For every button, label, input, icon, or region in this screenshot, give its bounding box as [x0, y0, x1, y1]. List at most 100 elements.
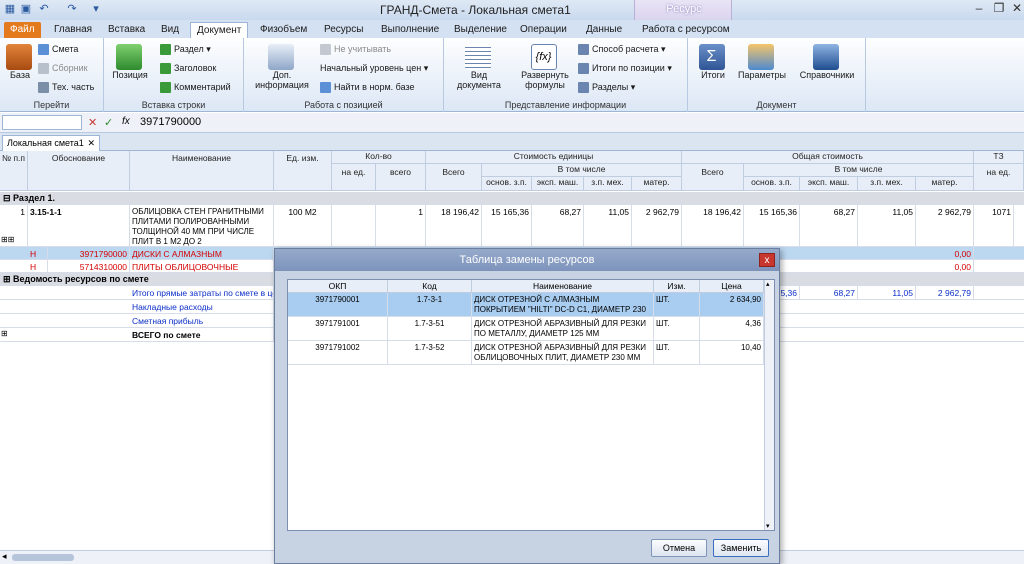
close-icon[interactable]: x	[759, 253, 775, 267]
row-total-materials: 2 962,79	[916, 205, 974, 246]
col-header-name[interactable]: Наименование	[130, 151, 274, 191]
expand-icon[interactable]: ⊞	[1, 329, 8, 338]
col-header-code[interactable]: Код	[388, 280, 472, 293]
col-header-materials[interactable]: матер.	[632, 177, 682, 191]
tab-view[interactable]: Вид	[155, 22, 185, 38]
scroll-left-icon[interactable]: ◂	[2, 551, 7, 562]
section-button[interactable]: Раздел ▾	[160, 44, 211, 56]
sections-button[interactable]: Разделы ▾	[578, 82, 635, 94]
position-button[interactable]: Позиция	[110, 44, 150, 80]
scroll-thumb[interactable]	[12, 554, 74, 561]
formula-bar: ✕ ✓ fx 3971790000	[0, 113, 1024, 133]
totals-button[interactable]: Σ Итоги	[696, 44, 730, 80]
tab-file[interactable]: Файл	[4, 22, 41, 38]
expand-formulas-button[interactable]: {fx} Развернуть формулы	[516, 44, 574, 90]
col-header-machines[interactable]: эксп. маш.	[532, 177, 584, 191]
row-name: ОБЛИЦОВКА СТЕН ГРАНИТНЫМИ ПЛИТАМИ ПОЛИРО…	[130, 205, 274, 246]
tab-document[interactable]: Документ	[190, 22, 249, 38]
vertical-scrollbar[interactable]: ▴ ▾	[764, 280, 774, 530]
doc-view-button[interactable]: Вид документа	[454, 44, 504, 90]
references-button[interactable]: Справочники	[794, 44, 860, 80]
row-unit-mech: 11,05	[584, 205, 632, 246]
col-header-labor[interactable]: ТЗ	[974, 151, 1024, 164]
estimate-button[interactable]: Смета	[38, 44, 78, 56]
col-header-labor-per-unit[interactable]: на ед.	[974, 164, 1024, 191]
comment-button[interactable]: Комментарий	[160, 82, 231, 94]
scroll-down-icon[interactable]: ▾	[766, 522, 770, 530]
collection-button[interactable]: Сборник	[38, 63, 88, 75]
tab-operations[interactable]: Операции	[514, 22, 573, 38]
close-window-icon[interactable]: ✕	[1008, 1, 1024, 15]
col-header-unit-cost[interactable]: Стоимость единицы	[426, 151, 682, 164]
doc-tab-estimate1[interactable]: Локальная смета1 ✕	[2, 135, 100, 151]
table-row[interactable]: 3971791001 1.7-3-51 ДИСК ОТРЕЗНОЙ АБРАЗИ…	[288, 317, 764, 341]
res-name: ДИСКИ С АЛМАЗНЫМ ПОКРЫТИЕМ	[130, 247, 274, 259]
col-header-unit-cost-total[interactable]: Всего	[426, 164, 482, 191]
scroll-up-icon[interactable]: ▴	[766, 280, 770, 288]
col-header-okp[interactable]: ОКП	[288, 280, 388, 293]
close-doc-tab-icon[interactable]: ✕	[87, 136, 95, 150]
doc-tab-label: Локальная смета1	[7, 138, 84, 148]
col-header-materials-2[interactable]: матер.	[916, 177, 974, 191]
cancel-button[interactable]: Отмена	[651, 539, 707, 557]
tab-execution[interactable]: Выполнение	[375, 22, 445, 38]
col-header-qty-per-unit[interactable]: на ед.	[332, 164, 376, 191]
header-button[interactable]: Заголовок	[160, 63, 216, 75]
table-row[interactable]: 3971791002 1.7-3-52 ДИСК ОТРЕЗНОЙ АБРАЗИ…	[288, 341, 764, 365]
col-header-num[interactable]: № п.п	[0, 151, 28, 191]
col-header-base-salary-2[interactable]: основ. з.п.	[744, 177, 800, 191]
initial-price-level-dropdown[interactable]: Начальный уровень цен ▾	[320, 63, 428, 74]
table-row-selected[interactable]: 3971790001 1.7-3-1 ДИСК ОТРЕЗНОЙ С АЛМАЗ…	[288, 293, 764, 317]
calc-method-button[interactable]: Способ расчета ▾	[578, 44, 666, 56]
fx-icon[interactable]: fx	[122, 116, 130, 127]
redo-icon[interactable]: ↷	[66, 3, 78, 15]
tab-data[interactable]: Данные	[580, 22, 628, 38]
minimize-icon[interactable]: –	[970, 1, 988, 15]
restore-icon[interactable]: ❐	[990, 1, 1008, 15]
collapse-icon[interactable]: ⊟	[3, 193, 13, 203]
expand-icon[interactable]: ⊞	[3, 274, 13, 284]
col-header-price[interactable]: Цена	[700, 280, 764, 293]
parameters-button[interactable]: Параметры	[736, 44, 788, 80]
confirm-edit-icon[interactable]: ✓	[104, 116, 113, 129]
tech-part-icon	[38, 82, 49, 94]
expand-icon[interactable]: ⊞⊞	[1, 235, 14, 244]
col-header-total-cost-total[interactable]: Всего	[682, 164, 744, 191]
col-header-mech-salary[interactable]: з.п. мех.	[584, 177, 632, 191]
col-header-including-2[interactable]: В том числе	[744, 164, 974, 177]
col-header-total-cost[interactable]: Общая стоимость	[682, 151, 974, 164]
ignore-button[interactable]: Не учитывать	[320, 44, 391, 56]
row-unit-total: 18 196,42	[426, 205, 482, 246]
col-header-unit[interactable]: Ед. изм.	[274, 151, 332, 191]
quick-access-dropdown-icon[interactable]: ▾	[90, 3, 102, 15]
col-header-base-salary[interactable]: основ. з.п.	[482, 177, 532, 191]
cancel-edit-icon[interactable]: ✕	[88, 116, 97, 129]
parameters-label: Параметры	[738, 70, 786, 80]
extra-info-button[interactable]: Доп. информация	[252, 44, 312, 90]
col-header-basis[interactable]: Обоснование	[28, 151, 130, 191]
tab-insert[interactable]: Вставка	[102, 22, 151, 38]
save-icon[interactable]: ▣	[20, 3, 32, 15]
col-header-including[interactable]: В том числе	[482, 164, 682, 177]
formula-input[interactable]: 3971790000	[140, 116, 201, 128]
tech-part-button[interactable]: Тех. часть	[38, 82, 94, 94]
replace-button[interactable]: Заменить	[713, 539, 769, 557]
col-header-name[interactable]: Наименование	[472, 280, 654, 293]
table-row[interactable]: 1 3.15-1-1 ОБЛИЦОВКА СТЕН ГРАНИТНЫМИ ПЛИ…	[0, 205, 1024, 247]
tab-resources[interactable]: Ресурсы	[318, 22, 369, 38]
undo-icon[interactable]: ↶	[38, 3, 50, 15]
col-header-mech-salary-2[interactable]: з.п. мех.	[858, 177, 916, 191]
tab-home[interactable]: Главная	[48, 22, 98, 38]
position-totals-button[interactable]: Итоги по позиции ▾	[578, 63, 672, 75]
tab-physvolume[interactable]: Физобъем	[254, 22, 313, 38]
col-header-qty-total[interactable]: всего	[376, 164, 426, 191]
find-in-base-button[interactable]: Найти в норм. базе	[320, 82, 415, 94]
section-row[interactable]: ⊟ Раздел 1.	[0, 192, 1024, 205]
col-header-qty[interactable]: Кол-во	[332, 151, 426, 164]
col-header-machines-2[interactable]: эксп. маш.	[800, 177, 858, 191]
col-header-unit[interactable]: Изм.	[654, 280, 700, 293]
base-button[interactable]: База	[6, 44, 34, 80]
name-box[interactable]	[2, 115, 82, 130]
tab-resource-work[interactable]: Работа с ресурсом	[636, 22, 736, 38]
tab-selection[interactable]: Выделение	[448, 22, 513, 38]
